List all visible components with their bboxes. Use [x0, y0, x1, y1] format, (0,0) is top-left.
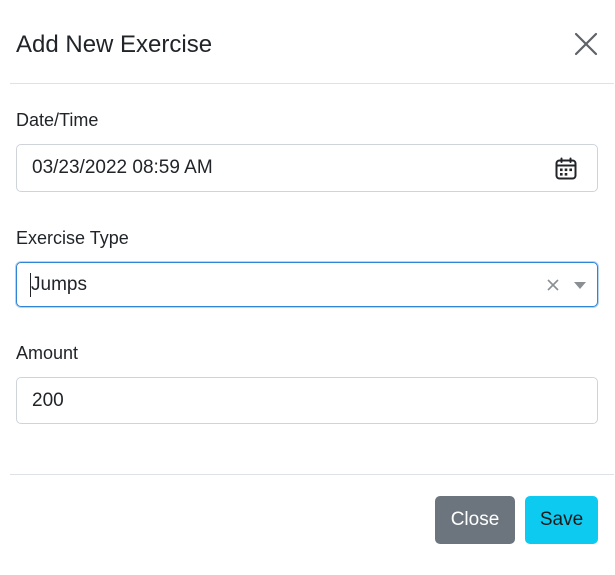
exercise-type-select[interactable]: Jumps — [16, 262, 598, 307]
select-separator — [564, 271, 565, 299]
amount-value: 200 — [32, 390, 64, 411]
save-button[interactable]: Save — [525, 496, 598, 544]
amount-input[interactable]: 200 — [16, 377, 598, 424]
datetime-input[interactable]: 03/23/2022 08:59 AM — [16, 144, 598, 192]
clear-x-icon[interactable] — [546, 278, 560, 292]
chevron-down-icon[interactable] — [574, 282, 586, 290]
calendar-icon[interactable] — [554, 157, 578, 181]
amount-label: Amount — [16, 343, 79, 363]
close-button[interactable]: Close — [435, 496, 515, 544]
datetime-value: 03/23/2022 08:59 AM — [32, 157, 213, 178]
exercise-type-label: Exercise Type — [16, 228, 129, 248]
close-x-icon[interactable] — [572, 30, 600, 58]
modal-header: Add New Exercise — [10, 0, 614, 84]
modal-body: Date/Time 03/23/2022 08:59 AM Exercise T… — [0, 84, 615, 474]
add-exercise-modal: Add New Exercise Date/Time 03/23/2022 08… — [0, 0, 615, 575]
modal-title: Add New Exercise — [16, 31, 213, 58]
exercise-type-value: Jumps — [31, 274, 87, 295]
datetime-label: Date/Time — [16, 110, 99, 130]
modal-footer: Close Save — [10, 474, 614, 575]
